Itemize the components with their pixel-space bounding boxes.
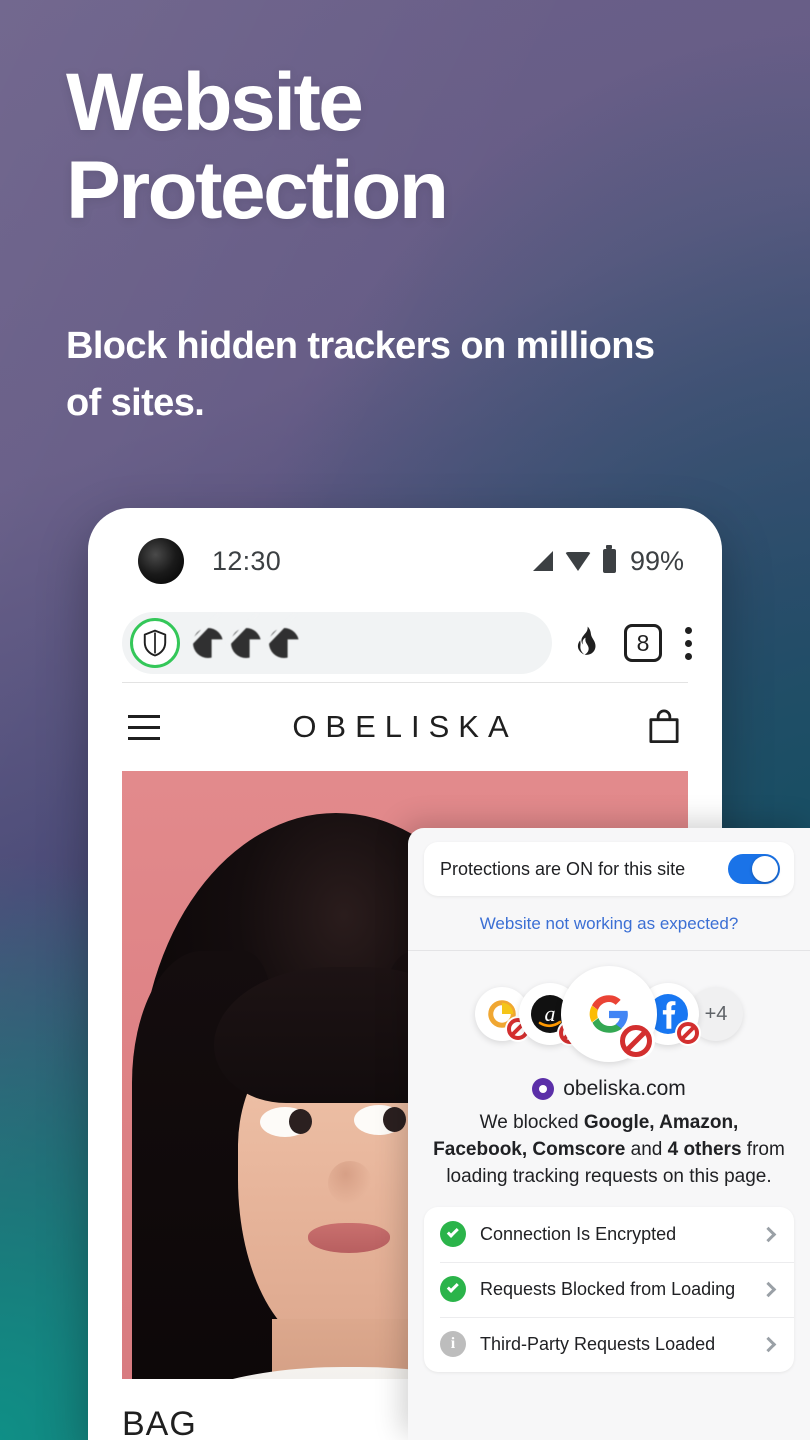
page-title: Website Protection bbox=[66, 62, 746, 232]
check-circle-icon bbox=[440, 1276, 466, 1303]
blocked-msg-prefix: We blocked bbox=[479, 1112, 584, 1133]
camera-punch-hole-icon bbox=[138, 538, 184, 584]
signal-icon bbox=[532, 551, 553, 571]
list-item[interactable]: i Third-Party Requests Loaded bbox=[424, 1316, 794, 1372]
site-favicon-icon bbox=[532, 1078, 555, 1100]
photo-pupil-right bbox=[383, 1107, 406, 1132]
privacy-dashboard-panel: Protections are ON for this site Website… bbox=[408, 828, 810, 1440]
address-bar-url-obscured bbox=[190, 626, 302, 660]
info-circle-icon: i bbox=[440, 1331, 466, 1358]
list-item[interactable]: Requests Blocked from Loading bbox=[424, 1261, 794, 1317]
list-item[interactable]: Connection Is Encrypted bbox=[424, 1207, 794, 1262]
site-bag-label: BAG bbox=[122, 1405, 197, 1440]
browser-actions: 8 bbox=[572, 624, 692, 662]
svg-text:a: a bbox=[545, 1001, 556, 1026]
site-wordmark: OBELISKA bbox=[292, 709, 518, 744]
protections-toggle-row[interactable]: Protections are ON for this site bbox=[424, 842, 794, 896]
page-subtitle: Block hidden trackers on millions of sit… bbox=[66, 325, 655, 424]
list-item-label: Requests Blocked from Loading bbox=[480, 1278, 736, 1299]
flame-icon[interactable] bbox=[572, 626, 602, 660]
address-bar[interactable] bbox=[122, 612, 552, 674]
battery-percent: 99% bbox=[629, 545, 684, 576]
photo-pupil-left bbox=[289, 1109, 312, 1134]
report-broken-site-link[interactable]: Website not working as expected? bbox=[424, 896, 794, 950]
tracker-more-count: +4 bbox=[704, 1002, 728, 1025]
protections-toggle-label: Protections are ON for this site bbox=[440, 858, 686, 879]
blocked-summary-message: We blocked Google, Amazon, Facebook, Com… bbox=[424, 1110, 794, 1207]
headline-line-2: Protection bbox=[66, 145, 449, 236]
site-header: OBELISKA bbox=[88, 683, 722, 771]
chevron-right-icon bbox=[760, 1336, 777, 1353]
privacy-detail-list: Connection Is Encrypted Requests Blocked… bbox=[424, 1206, 794, 1372]
battery-icon bbox=[602, 545, 616, 573]
browser-toolbar: 8 bbox=[88, 604, 722, 682]
tab-count-button[interactable]: 8 bbox=[624, 624, 662, 662]
status-bar: 12:30 99% bbox=[88, 508, 722, 604]
status-indicators: 99% bbox=[532, 538, 684, 584]
blocked-msg-middle: and bbox=[625, 1138, 668, 1160]
three-dots-icon[interactable] bbox=[684, 626, 692, 660]
headline-line-1: Website bbox=[66, 57, 364, 148]
blocked-badge-icon bbox=[675, 1020, 701, 1046]
photo-lips bbox=[308, 1223, 390, 1253]
site-domain-row: obeliska.com bbox=[424, 1077, 794, 1110]
protections-toggle-switch[interactable] bbox=[728, 854, 780, 884]
check-circle-icon bbox=[440, 1221, 466, 1248]
photo-nose bbox=[328, 1161, 372, 1205]
site-domain-name: obeliska.com bbox=[563, 1077, 686, 1100]
blocked-trackers-row: a +4 bbox=[424, 951, 794, 1077]
blocked-msg-others: 4 others bbox=[667, 1138, 742, 1160]
status-time: 12:30 bbox=[212, 546, 282, 576]
list-item-label: Connection Is Encrypted bbox=[480, 1223, 677, 1244]
tracker-chip-google[interactable] bbox=[561, 966, 657, 1062]
shield-icon[interactable] bbox=[130, 618, 180, 668]
blocked-badge-icon bbox=[617, 1022, 655, 1060]
chevron-right-icon bbox=[760, 1281, 777, 1298]
chevron-right-icon bbox=[760, 1226, 777, 1243]
wifi-icon bbox=[564, 551, 591, 571]
list-item-label: Third-Party Requests Loaded bbox=[480, 1333, 716, 1354]
